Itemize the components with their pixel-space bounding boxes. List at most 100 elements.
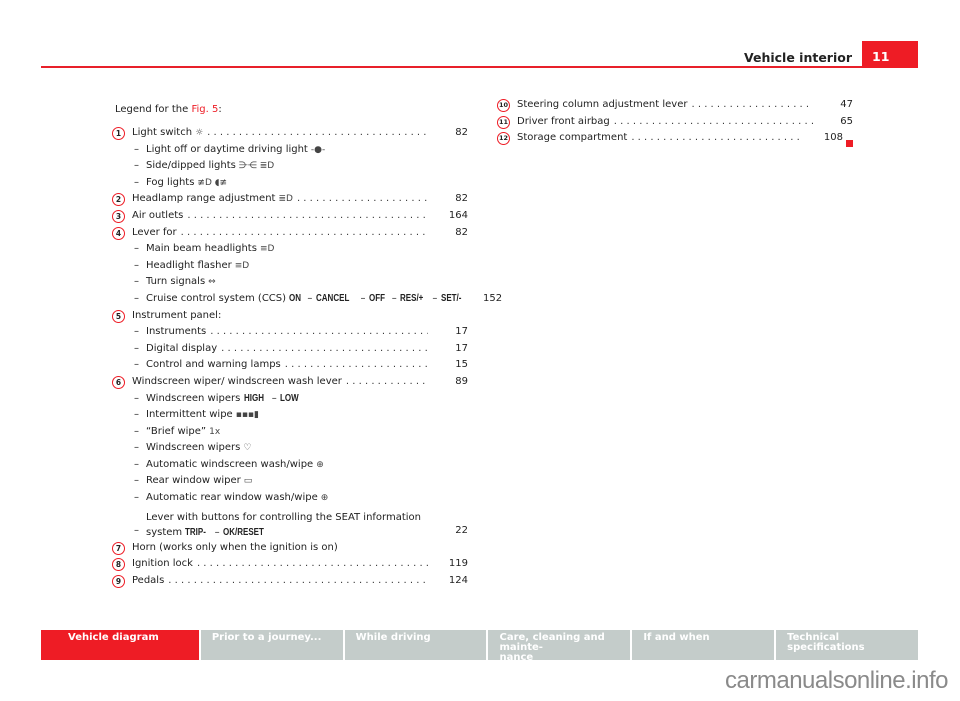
leader-dots xyxy=(691,97,813,114)
separator: – xyxy=(211,526,223,538)
item-text: Turn signals xyxy=(146,276,206,288)
button-name: RES/+ xyxy=(399,292,424,304)
item-text: Rear window wiper xyxy=(146,475,241,487)
chapter-tab[interactable]: Prior to a journey... xyxy=(200,630,343,660)
item-text: Headlight flasher xyxy=(146,259,232,271)
item-label: Instrument panel: xyxy=(112,308,221,325)
item-label: Windscreen wipers HIGH – LOW xyxy=(112,391,303,408)
item-number-badge: 5 xyxy=(112,309,125,323)
chapter-tab[interactable]: If and when xyxy=(632,630,775,660)
dash-bullet: – xyxy=(134,442,139,454)
item-label: Light switch ☼ xyxy=(112,125,203,142)
legend-item: 2Headlamp range adjustment≣D82 xyxy=(112,191,468,208)
dash-bullet: – xyxy=(134,525,139,537)
legend-item: 4 Lever for 82 xyxy=(112,225,468,242)
page-reference-link[interactable]: 22 xyxy=(432,523,468,540)
dash-bullet: – xyxy=(134,458,139,470)
page-reference-link[interactable]: 15 xyxy=(432,357,468,374)
button-name: SET/- xyxy=(440,292,461,304)
separator: – xyxy=(304,292,316,304)
legend-subitem: – Side/dipped lights ⋺⋲ ≣D xyxy=(112,158,468,175)
page-reference-link[interactable]: 89 xyxy=(432,374,468,391)
legend-subitem: – Lever with buttons for controlling the … xyxy=(112,507,468,540)
dash-bullet: – xyxy=(134,243,139,255)
leader-dots xyxy=(297,191,428,208)
page-reference-link[interactable]: 108 xyxy=(807,130,843,147)
fig-link[interactable]: Fig. 5 xyxy=(191,104,218,115)
item-number-badge: 9 xyxy=(112,574,125,588)
page-reference-link[interactable]: 47 xyxy=(817,97,853,114)
separator: – xyxy=(268,392,280,404)
legend-item: 1Light switch☼82 xyxy=(112,125,468,142)
page-reference-link[interactable]: 17 xyxy=(432,324,468,341)
chapter-tabs: Vehicle diagram Prior to a journey... Whil… xyxy=(41,630,918,663)
item-label: Turn signals ⇔ xyxy=(112,274,216,291)
page-reference-link[interactable]: 82 xyxy=(432,125,468,142)
page-reference-link[interactable]: 65 xyxy=(817,114,853,131)
legend-subitem: – Main beam headlights ≡D xyxy=(112,241,468,258)
page-reference-link[interactable]: 124 xyxy=(432,573,468,590)
item-label: Windscreen wiper/ windscreen wash lever xyxy=(112,374,342,391)
page-reference-link[interactable]: 82 xyxy=(432,225,468,242)
control-symbol-icon: ▭ xyxy=(243,476,253,487)
item-number-badge: 3 xyxy=(112,209,125,223)
control-symbol-icon: ⊕ xyxy=(316,459,324,470)
item-label: Headlamp range adjustment ≣D xyxy=(112,191,293,208)
item-text: Driver front airbag xyxy=(517,115,610,127)
legend-subitem: –Digital display 17 xyxy=(112,341,468,358)
legend-intro-colon: : xyxy=(218,104,222,115)
separator: – xyxy=(357,292,369,304)
item-text: Storage compartment xyxy=(517,132,628,144)
item-text: Instrument panel: xyxy=(132,309,222,321)
legend-item: 9 Pedals 124 xyxy=(112,573,468,590)
dash-bullet: – xyxy=(134,492,139,504)
item-label: Storage compartment xyxy=(497,130,627,147)
legend-item: 8Ignition lock119 xyxy=(112,556,468,573)
item-label: Steering column adjustment lever xyxy=(497,97,687,114)
item-label: Automatic windscreen wash/wipe ⊕ xyxy=(112,457,324,474)
item-text: Cruise control system (CCS) xyxy=(146,292,287,304)
page-reference-link[interactable]: 152 xyxy=(466,291,502,308)
control-symbol-icon: ≢D ◖≢ xyxy=(197,177,228,188)
chapter-tab[interactable]: Care, cleaning and mainte- nance xyxy=(488,630,631,663)
control-symbol-icon: ≣D xyxy=(278,194,293,205)
button-name: OFF xyxy=(368,292,385,304)
item-text: Fog lights xyxy=(146,176,195,188)
legend-list-left: 1Light switch☼82–Light off or daytime dr… xyxy=(112,125,502,590)
page-reference-link[interactable]: 164 xyxy=(432,208,468,225)
dash-bullet: – xyxy=(134,392,139,404)
control-symbol-icon: ≡D xyxy=(259,244,275,255)
legend-subitem: – Cruise control system (CCS) ON – CANCEL… xyxy=(112,291,502,308)
item-text: Side/dipped lights xyxy=(146,160,236,172)
legend-subitem: – Light off or daytime driving light -●- xyxy=(112,142,468,159)
legend-item: 6 Windscreen wiper/ windscreen wash lever… xyxy=(112,374,468,391)
leader-dots xyxy=(187,208,428,225)
page-reference-link[interactable]: 119 xyxy=(432,556,468,573)
control-symbol-icon: 1x xyxy=(209,426,221,437)
item-text: Horn (works only when the ignition is on… xyxy=(132,541,338,553)
leader-dots xyxy=(210,324,428,341)
control-symbol-icon: -●- xyxy=(310,144,326,155)
leader-dots xyxy=(346,374,428,391)
control-symbol-icon: ⊕ xyxy=(320,493,329,504)
item-label: Automatic rear window wash/wipe ⊕ xyxy=(112,490,328,507)
legend-subitem: – “Brief wipe” 1x xyxy=(112,424,468,441)
item-text: Automatic rear window wash/wipe xyxy=(146,492,318,504)
item-number-badge: 10 xyxy=(497,99,510,112)
legend-intro-text: Legend for the xyxy=(115,104,192,115)
item-number-badge: 4 xyxy=(112,226,125,240)
chapter-tab[interactable]: While driving xyxy=(344,630,487,660)
item-label: Windscreen wipers ♡ xyxy=(112,440,251,457)
chapter-tab[interactable]: Technical specifications xyxy=(776,630,918,660)
page-reference-link[interactable]: 82 xyxy=(432,191,468,208)
item-text: Digital display xyxy=(146,342,218,354)
item-text: Light switch xyxy=(132,127,193,138)
leader-dots xyxy=(221,341,428,358)
item-label: Light off or daytime driving light -●- xyxy=(112,142,325,159)
button-name: OK/RESET xyxy=(222,526,264,538)
page-reference-link[interactable]: 17 xyxy=(432,341,468,358)
item-label: Driver front airbag xyxy=(497,114,610,131)
item-text: Pedals xyxy=(132,574,165,586)
chapter-tab[interactable]: Vehicle diagram xyxy=(41,630,199,660)
legend-subitem: – Headlight flasher ≡D xyxy=(112,258,468,275)
